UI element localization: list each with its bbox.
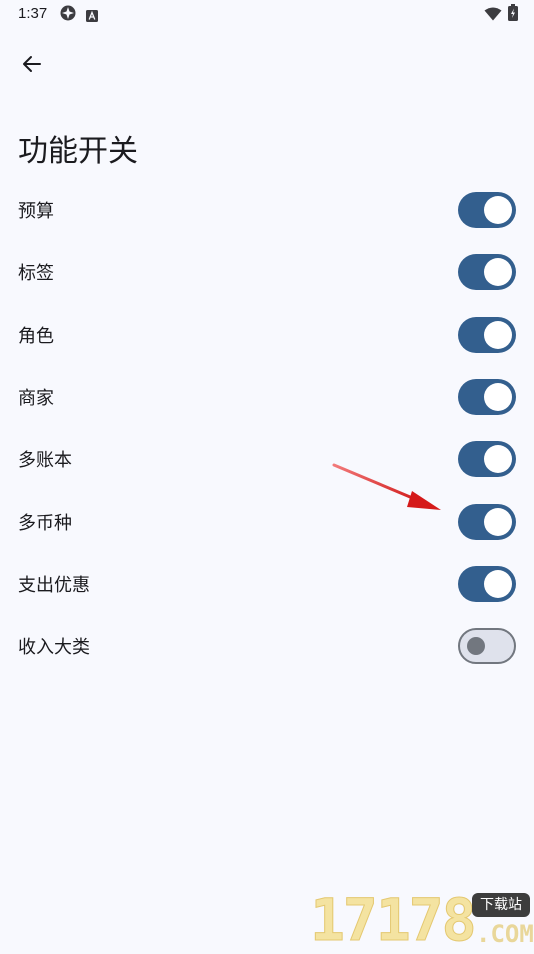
setting-row-merchants[interactable]: 商家 bbox=[0, 366, 534, 428]
setting-label: 收入大类 bbox=[18, 637, 90, 659]
app-notification-icon bbox=[60, 5, 76, 21]
wifi-icon bbox=[484, 6, 502, 21]
toggle-switch[interactable] bbox=[458, 628, 516, 665]
battery-charging-icon bbox=[508, 4, 518, 21]
switch-thumb bbox=[484, 196, 512, 225]
toggle-switch[interactable] bbox=[458, 565, 516, 602]
setting-row-multi-currency[interactable]: 多币种 bbox=[0, 490, 534, 552]
setting-label: 支出优惠 bbox=[18, 574, 90, 596]
switch-thumb bbox=[484, 445, 512, 474]
page-title: 功能开关 bbox=[18, 134, 138, 170]
setting-row-income-category[interactable]: 收入大类 bbox=[0, 615, 534, 677]
setting-label: 角色 bbox=[18, 325, 54, 347]
toggle-switch[interactable] bbox=[458, 441, 516, 478]
switch-thumb bbox=[484, 507, 512, 536]
setting-row-roles[interactable]: 角色 bbox=[0, 304, 534, 366]
toggle-switch[interactable] bbox=[458, 254, 516, 291]
back-button[interactable] bbox=[12, 44, 52, 84]
setting-label: 多账本 bbox=[18, 450, 72, 472]
setting-row-budget[interactable]: 预算 bbox=[0, 179, 534, 241]
watermark-logo: 17178 下载站 .COM bbox=[310, 886, 534, 954]
setting-row-expense-discount[interactable]: 支出优惠 bbox=[0, 553, 534, 615]
toggle-switch[interactable] bbox=[458, 503, 516, 540]
toggle-switch[interactable] bbox=[458, 316, 516, 353]
keyboard-a-icon bbox=[86, 7, 98, 22]
setting-row-multi-ledger[interactable]: 多账本 bbox=[0, 428, 534, 490]
switch-thumb bbox=[484, 569, 512, 598]
switch-thumb bbox=[484, 383, 512, 412]
setting-label: 预算 bbox=[18, 201, 54, 223]
toggle-switch[interactable] bbox=[458, 379, 516, 416]
setting-label: 多币种 bbox=[18, 512, 72, 534]
settings-list: 预算 标签 角色 商家 多账本 多币种 支出优惠 收入大类 bbox=[0, 179, 534, 677]
setting-label: 商家 bbox=[18, 388, 54, 410]
toggle-switch[interactable] bbox=[458, 192, 516, 229]
watermark-badge: 下载站 bbox=[472, 893, 530, 917]
status-bar: 1:37 bbox=[0, 0, 534, 28]
switch-thumb bbox=[484, 258, 512, 287]
status-time: 1:37 bbox=[18, 5, 48, 22]
arrow-left-icon bbox=[23, 56, 41, 72]
watermark-suffix: .COM bbox=[476, 920, 534, 948]
setting-row-tags[interactable]: 标签 bbox=[0, 241, 534, 303]
setting-label: 标签 bbox=[18, 263, 54, 285]
switch-thumb bbox=[484, 320, 512, 349]
switch-thumb bbox=[467, 637, 485, 656]
watermark-digits: 17178 bbox=[310, 886, 478, 954]
